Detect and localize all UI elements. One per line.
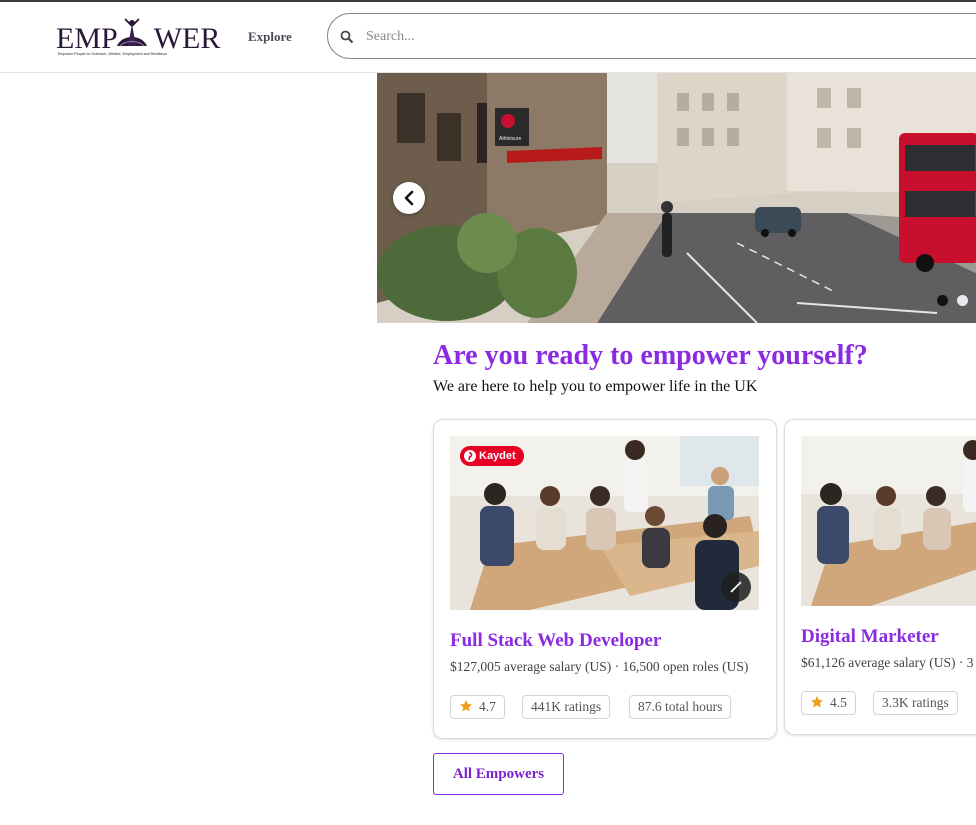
empower-logo[interactable]: EMP WER Empower People for Outreach, Welf… [56,18,220,60]
search-bar[interactable] [327,13,976,59]
course-salary-info: $61,126 average salary (US) · 3 [801,655,974,670]
classroom-photo [801,436,976,606]
page-subheadline: We are here to help you to empower life … [433,378,758,395]
all-empowers-button[interactable]: All Empowers [433,753,564,795]
search-input[interactable] [364,24,928,50]
pinterest-save-button[interactable]: Kaydet [460,446,524,466]
star-icon [811,696,823,708]
classroom-image: Kaydet [450,436,759,610]
course-card-digital-marketer[interactable]: Digital Marketer $61,126 average salary … [784,419,976,735]
hero-carousel[interactable]: Athleisure [377,73,976,323]
classroom-image [801,436,976,606]
nav-explore-link[interactable]: Explore [248,29,292,45]
total-hours: 87.6 total hours [638,699,723,714]
site-header: EMP WER Empower People for Outreach, Welf… [0,2,976,73]
chevron-left-icon [404,190,414,206]
rating-value: 4.7 [479,699,496,714]
course-card-full-stack[interactable]: Kaydet Full Stack Web Developer $127,005… [433,419,777,739]
logo-emblem-icon [117,18,147,47]
course-salary-info: $127,005 average salary (US) · 16,500 op… [450,659,749,674]
magic-wand-icon[interactable] [721,572,751,602]
hours-chip: 87.6 total hours [629,695,732,719]
carousel-prev-button[interactable] [393,182,425,214]
wand-glyph-icon [730,581,742,593]
pinterest-save-label: Kaydet [479,450,516,462]
star-icon [460,700,472,712]
ratings-count-chip: 3.3K ratings [873,691,958,715]
course-title[interactable]: Digital Marketer [801,626,939,648]
hero-image-london-street: Athleisure [377,73,976,323]
logo-tagline: Empower People for Outreach, Welfare, Em… [58,52,168,56]
ratings-count: 441K ratings [531,699,602,714]
logo-text-left: EMP [56,22,118,55]
rating-value: 4.5 [830,695,847,710]
search-icon [340,30,354,44]
course-title[interactable]: Full Stack Web Developer [450,630,661,652]
carousel-dot-1[interactable] [937,295,948,306]
rating-chip: 4.5 [801,691,856,715]
ratings-count: 3.3K ratings [882,695,949,710]
pinterest-icon [464,450,476,462]
carousel-dot-2[interactable] [957,295,968,306]
logo-text-right: WER [153,22,221,55]
hero-shop-sign: Athleisure [499,136,521,142]
page-headline: Are you ready to empower yourself? [433,340,868,371]
ratings-count-chip: 441K ratings [522,695,611,719]
rating-chip: 4.7 [450,695,505,719]
